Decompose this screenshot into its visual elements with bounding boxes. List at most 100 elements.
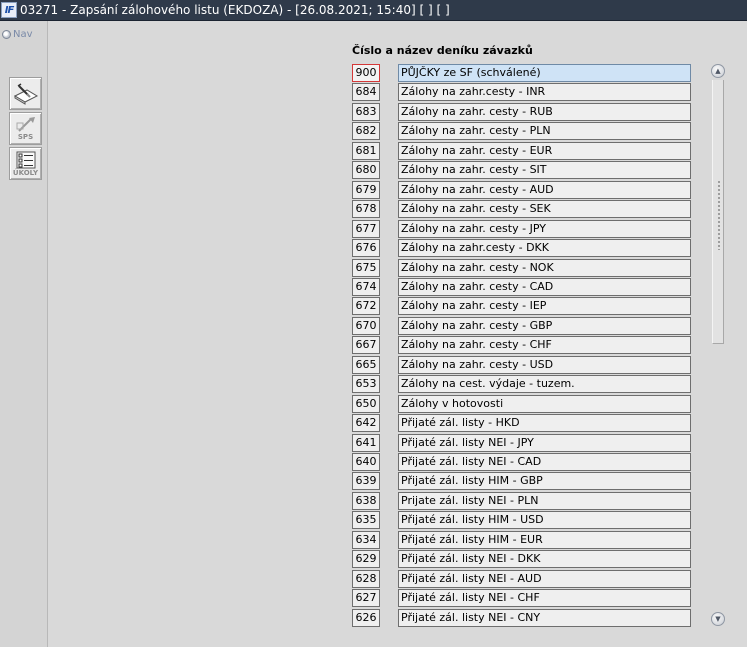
journal-number[interactable]: 680 [352, 161, 380, 179]
list-row[interactable]: 653 Zálohy na cest. výdaje - tuzem. [352, 375, 692, 394]
list-row[interactable]: 641 Přijaté zál. listy NEI - JPY [352, 434, 692, 453]
journal-name[interactable]: Přijaté zál. listy HIM - EUR [398, 531, 691, 549]
list-row[interactable]: 900 PŮJČKY ze SF (schválené) [352, 64, 692, 83]
journal-name[interactable]: Zálohy na zahr. cesty - SEK [398, 200, 691, 218]
list-row[interactable]: 672 Zálohy na zahr. cesty - IEP [352, 297, 692, 316]
list-row[interactable]: 665 Zálohy na zahr. cesty - USD [352, 356, 692, 375]
journal-name[interactable]: Zálohy na zahr. cesty - GBP [398, 317, 691, 335]
journal-number[interactable]: 683 [352, 103, 380, 121]
journal-number[interactable]: 641 [352, 434, 380, 452]
journal-number[interactable]: 639 [352, 472, 380, 490]
journal-name[interactable]: Přijaté zál. listy NEI - JPY [398, 434, 691, 452]
list-row[interactable]: 681 Zálohy na zahr. cesty - EUR [352, 142, 692, 161]
scroll-up-button[interactable]: ▲ [711, 64, 725, 78]
vertical-scrollbar[interactable]: ▲ ▼ [711, 64, 725, 627]
journal-number[interactable]: 634 [352, 531, 380, 549]
journal-number[interactable]: 674 [352, 278, 380, 296]
journal-name[interactable]: Zálohy v hotovosti [398, 395, 691, 413]
journal-name[interactable]: Zálohy na zahr. cesty - NOK [398, 259, 691, 277]
journal-name[interactable]: Přijaté zál. listy - HKD [398, 414, 691, 432]
sps-button[interactable]: SPS [9, 112, 42, 145]
journal-number[interactable]: 675 [352, 259, 380, 277]
list-row[interactable]: 677 Zálohy na zahr. cesty - JPY [352, 220, 692, 239]
list-row[interactable]: 628 Přijaté zál. listy NEI - AUD [352, 570, 692, 589]
journal-name[interactable]: Zálohy na zahr. cesty - IEP [398, 297, 691, 315]
journal-name[interactable]: Zálohy na zahr. cesty - RUB [398, 103, 691, 121]
list-row[interactable]: 667 Zálohy na zahr. cesty - CHF [352, 336, 692, 355]
journal-number[interactable]: 653 [352, 375, 380, 393]
journal-name[interactable]: Zálohy na zahr. cesty - CAD [398, 278, 691, 296]
journal-number[interactable]: 638 [352, 492, 380, 510]
scroll-thumb[interactable] [712, 80, 724, 344]
list-row[interactable]: 639 Přijaté zál. listy HIM - GBP [352, 472, 692, 491]
journal-number[interactable]: 672 [352, 297, 380, 315]
journal-name[interactable]: Zálohy na zahr. cesty - JPY [398, 220, 691, 238]
journal-number[interactable]: 628 [352, 570, 380, 588]
journal-name[interactable]: Zálohy na zahr. cesty - USD [398, 356, 691, 374]
list-row[interactable]: 640 Přijaté zál. listy NEI - CAD [352, 453, 692, 472]
journal-name[interactable]: PŮJČKY ze SF (schválené) [398, 64, 691, 82]
list-row[interactable]: 650 Zálohy v hotovosti [352, 395, 692, 414]
journal-name[interactable]: Zálohy na zahr.cesty - INR [398, 83, 691, 101]
list-row[interactable]: 634 Přijaté zál. listy HIM - EUR [352, 531, 692, 550]
list-row[interactable]: 626 Přijaté zál. listy NEI - CNY [352, 609, 692, 628]
journal-number[interactable]: 678 [352, 200, 380, 218]
list-row[interactable]: 684 Zálohy na zahr.cesty - INR [352, 83, 692, 102]
scroll-down-button[interactable]: ▼ [711, 612, 725, 626]
list-row[interactable]: 682 Zálohy na zahr. cesty - PLN [352, 122, 692, 141]
sps-icon [16, 116, 35, 132]
list-row[interactable]: 638 Prijate zál. listy NEI - PLN [352, 492, 692, 511]
journal-name[interactable]: Zálohy na zahr. cesty - PLN [398, 122, 691, 140]
journal-number[interactable]: 635 [352, 511, 380, 529]
nav-toggle[interactable]: Nav [2, 29, 33, 40]
journal-number[interactable]: 676 [352, 239, 380, 257]
list-row[interactable]: 674 Zálohy na zahr. cesty - CAD [352, 278, 692, 297]
list-row[interactable]: 627 Přijaté zál. listy NEI - CHF [352, 589, 692, 608]
journal-number[interactable]: 681 [352, 142, 380, 160]
journal-number[interactable]: 900 [352, 64, 380, 82]
journal-name[interactable]: Přijaté zál. listy NEI - CHF [398, 589, 691, 607]
list-row[interactable]: 680 Zálohy na zahr. cesty - SIT [352, 161, 692, 180]
list-row[interactable]: 635 Přijaté zál. listy HIM - USD [352, 511, 692, 530]
list-row[interactable]: 675 Zálohy na zahr. cesty - NOK [352, 259, 692, 278]
app-logo-icon: IF [1, 2, 17, 18]
list-row[interactable]: 670 Zálohy na zahr. cesty - GBP [352, 317, 692, 336]
list-row[interactable]: 678 Zálohy na zahr. cesty - SEK [352, 200, 692, 219]
journal-name[interactable]: Prijate zál. listy NEI - PLN [398, 492, 691, 510]
journal-name[interactable]: Zálohy na cest. výdaje - tuzem. [398, 375, 691, 393]
journal-name[interactable]: Přijaté zál. listy NEI - CAD [398, 453, 691, 471]
journal-number[interactable]: 684 [352, 83, 380, 101]
list-row[interactable]: 683 Zálohy na zahr. cesty - RUB [352, 103, 692, 122]
journal-number[interactable]: 667 [352, 336, 380, 354]
edit-document-button[interactable] [9, 77, 42, 110]
list-row[interactable]: 676 Zálohy na zahr.cesty - DKK [352, 239, 692, 258]
journal-name[interactable]: Zálohy na zahr. cesty - EUR [398, 142, 691, 160]
title-bar: IF 03271 - Zapsání zálohového listu (EKD… [0, 0, 747, 21]
journal-number[interactable]: 642 [352, 414, 380, 432]
journal-name[interactable]: Přijaté zál. listy NEI - AUD [398, 570, 691, 588]
journal-name[interactable]: Přijaté zál. listy NEI - DKK [398, 550, 691, 568]
journal-name[interactable]: Zálohy na zahr. cesty - CHF [398, 336, 691, 354]
journal-number[interactable]: 679 [352, 181, 380, 199]
journal-number[interactable]: 650 [352, 395, 380, 413]
journal-number[interactable]: 665 [352, 356, 380, 374]
ukoly-button[interactable]: ÚKOLY [9, 147, 42, 180]
list-row[interactable]: 679 Zálohy na zahr. cesty - AUD [352, 181, 692, 200]
journal-name[interactable]: Přijaté zál. listy HIM - GBP [398, 472, 691, 490]
journal-number[interactable]: 682 [352, 122, 380, 140]
journal-name[interactable]: Přijaté zál. listy HIM - USD [398, 511, 691, 529]
list-row[interactable]: 629 Přijaté zál. listy NEI - DKK [352, 550, 692, 569]
journal-name[interactable]: Přijaté zál. listy NEI - CNY [398, 609, 691, 627]
nav-label: Nav [13, 29, 33, 40]
journal-number[interactable]: 640 [352, 453, 380, 471]
journal-name[interactable]: Zálohy na zahr. cesty - SIT [398, 161, 691, 179]
journal-number[interactable]: 629 [352, 550, 380, 568]
ukoly-icon [16, 151, 35, 168]
journal-name[interactable]: Zálohy na zahr. cesty - AUD [398, 181, 691, 199]
journal-number[interactable]: 677 [352, 220, 380, 238]
list-row[interactable]: 642 Přijaté zál. listy - HKD [352, 414, 692, 433]
journal-name[interactable]: Zálohy na zahr.cesty - DKK [398, 239, 691, 257]
journal-number[interactable]: 670 [352, 317, 380, 335]
journal-number[interactable]: 626 [352, 609, 380, 627]
journal-number[interactable]: 627 [352, 589, 380, 607]
